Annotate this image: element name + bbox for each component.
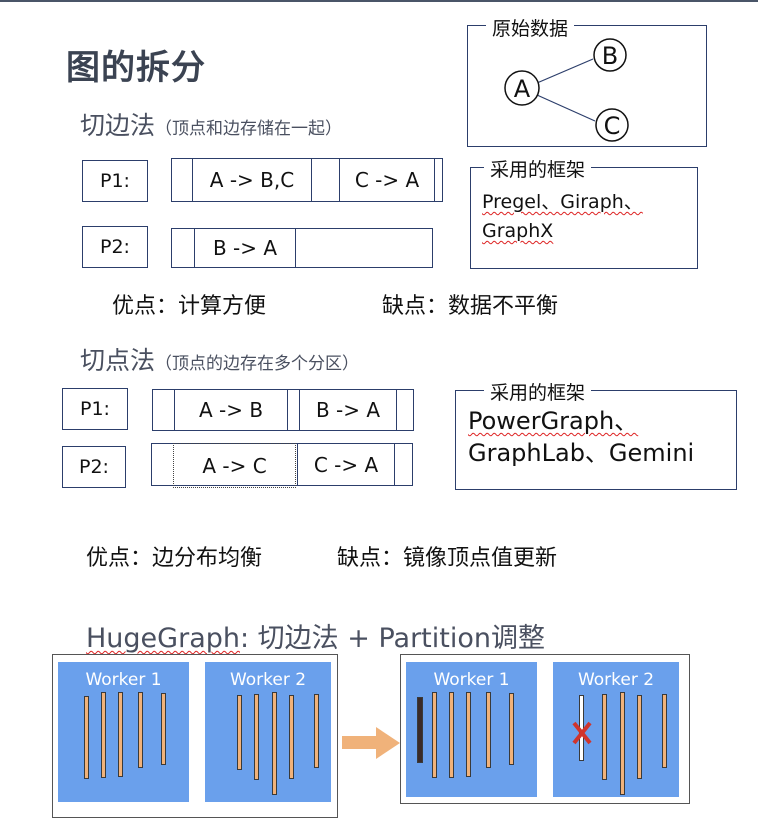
edge-cut-heading-text: 切边法 bbox=[80, 111, 156, 140]
worker-label-1: Worker 1 bbox=[85, 670, 162, 690]
hugegraph-heading-rest: : 切边法 + Partition调整 bbox=[239, 623, 545, 654]
vertex-bar bbox=[101, 692, 106, 778]
worker-label-4: Worker 2 bbox=[577, 670, 655, 690]
worker-panel-1: Worker 1 bbox=[58, 662, 189, 802]
vertex-pros: 优点：边分布均衡 bbox=[86, 546, 263, 571]
vertex-framework-label: 采用的框架 bbox=[484, 378, 592, 405]
cross-mark-icon bbox=[572, 721, 592, 745]
transition-arrow-icon bbox=[342, 727, 400, 759]
edge-p2-cell-1: B -> A bbox=[194, 228, 296, 268]
edge-framework-label: 采用的框架 bbox=[484, 155, 592, 182]
vertex-p1-label: P1: bbox=[62, 388, 128, 430]
vertex-bar bbox=[118, 692, 123, 777]
vertex-bar bbox=[138, 692, 143, 768]
vertex-cut-note: （顶点的边存在多个分区） bbox=[155, 354, 360, 374]
original-graph: A B C bbox=[504, 38, 629, 142]
vertex-bar bbox=[237, 695, 242, 770]
vertex-p2-cell-2: C -> A bbox=[297, 443, 395, 486]
vertex-bar bbox=[637, 695, 642, 779]
vertex-bar bbox=[509, 693, 514, 765]
vertex-p1-cell-1: A -> B bbox=[174, 389, 288, 431]
edge-pros: 优点：计算方便 bbox=[112, 294, 267, 319]
edge-cons: 缺点：数据不平衡 bbox=[382, 294, 559, 319]
vertex-framework-1: PowerGraph、 bbox=[468, 407, 639, 435]
svg-text:C: C bbox=[604, 112, 621, 140]
svg-text:B: B bbox=[602, 42, 618, 70]
vertex-framework-list: PowerGraph、 GraphLab、Gemini bbox=[468, 405, 694, 469]
worker-panel-4: Worker 2 bbox=[553, 662, 679, 797]
vertex-bar bbox=[466, 692, 471, 777]
vertex-bar bbox=[289, 695, 294, 779]
worker-panel-2: Worker 2 bbox=[205, 662, 331, 802]
vertex-bar bbox=[84, 696, 89, 779]
edge-p1-cell-1: A -> B,C bbox=[192, 158, 312, 202]
vertex-bar bbox=[449, 692, 454, 778]
vertex-p2-cell-1: A -> C bbox=[173, 443, 296, 488]
edge-p2-label: P2: bbox=[82, 226, 148, 268]
vertex-bar bbox=[620, 692, 625, 795]
vertex-bar bbox=[254, 694, 259, 780]
vertex-bar bbox=[272, 692, 277, 795]
edge-cut-heading: 切边法（顶点和边存储在一起） bbox=[80, 106, 342, 142]
hugegraph-name: HugeGraph bbox=[86, 623, 240, 654]
vertex-cut-heading-text: 切点法 bbox=[80, 346, 156, 375]
moved-vertex-bar bbox=[417, 697, 423, 763]
vertex-bar bbox=[662, 694, 667, 768]
edge-framework-list: Pregel、Giraph、 GraphX bbox=[482, 188, 643, 246]
vertex-bar bbox=[314, 694, 319, 768]
vertex-cut-heading: 切点法（顶点的边存在多个分区） bbox=[80, 341, 359, 377]
svg-text:A: A bbox=[514, 75, 531, 103]
edge-framework-1: Pregel、Giraph、 bbox=[482, 191, 643, 213]
vertex-bar bbox=[432, 692, 437, 778]
edge-framework-2: GraphX bbox=[482, 220, 554, 242]
page-title: 图的拆分 bbox=[66, 48, 206, 88]
vertex-bar bbox=[486, 692, 491, 768]
vertex-p2-label: P2: bbox=[62, 446, 126, 488]
worker-panel-3: Worker 1 bbox=[406, 662, 537, 797]
edge-p1-cell-2: C -> A bbox=[339, 158, 435, 202]
vertex-bar bbox=[602, 694, 607, 780]
vertex-bar bbox=[161, 693, 166, 765]
hugegraph-heading: HugeGraph: 切边法 + Partition调整 bbox=[86, 616, 545, 655]
vertex-p1-cell-2: B -> A bbox=[299, 389, 397, 431]
top-rule bbox=[0, 0, 758, 2]
edge-cut-note: （顶点和边存储在一起） bbox=[155, 119, 343, 139]
vertex-cons: 缺点：镜像顶点值更新 bbox=[337, 546, 558, 571]
worker-label-3: Worker 1 bbox=[433, 670, 510, 690]
edge-p1-label: P1: bbox=[82, 160, 148, 202]
vertex-framework-2: GraphLab、Gemini bbox=[468, 439, 695, 467]
worker-label-2: Worker 2 bbox=[229, 670, 307, 690]
